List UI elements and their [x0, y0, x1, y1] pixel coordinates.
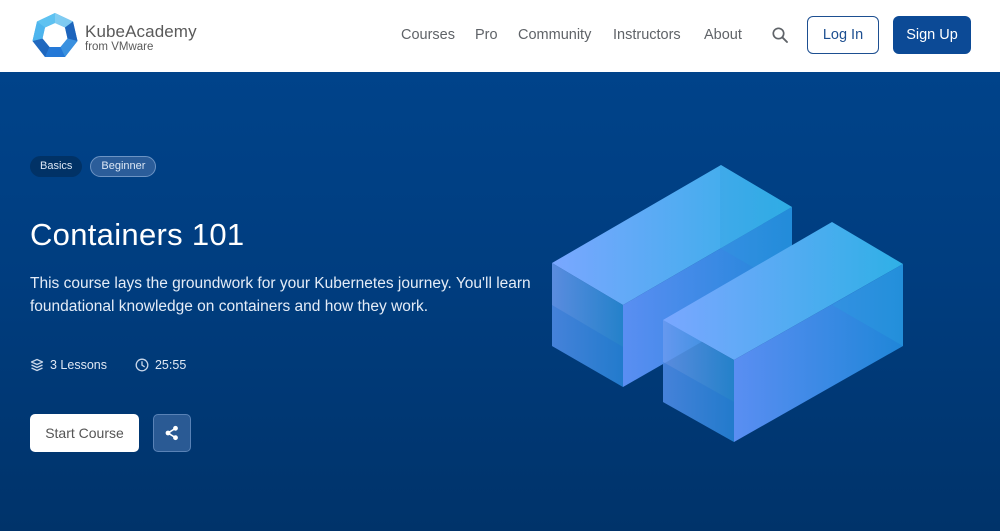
brand-text[interactable]: KubeAcademy from VMware [85, 22, 197, 54]
duration-text: 25:55 [154, 358, 187, 372]
layers-icon [30, 358, 44, 372]
course-meta: 3 Lessons 25:55 [30, 358, 186, 372]
top-navbar: KubeAcademy from VMware Courses Pro Comm… [0, 0, 1000, 72]
clock-icon [135, 358, 149, 372]
nav-link-pro[interactable]: Pro [475, 24, 498, 46]
nav-link-courses[interactable]: Courses [401, 24, 455, 46]
course-duration: 25:55 [135, 358, 186, 372]
tag-basics[interactable]: Basics [30, 156, 83, 177]
search-icon[interactable] [771, 26, 789, 44]
course-description: This course lays the groundwork for your… [30, 275, 531, 315]
share-button[interactable] [153, 414, 191, 452]
tag-beginner[interactable]: Beginner [90, 156, 157, 177]
containers-illustration [552, 165, 903, 442]
course-title: Containers 101 [30, 217, 245, 252]
nav-link-instructors[interactable]: Instructors [613, 24, 681, 46]
nav-link-community[interactable]: Community [518, 24, 591, 46]
course-hero: Basics Beginner Containers 101 This cour… [0, 72, 1000, 531]
lesson-count: 3 Lessons [30, 358, 107, 372]
course-tags: Basics Beginner [30, 156, 157, 177]
brand-subtitle: from VMware [85, 41, 154, 53]
start-course-button[interactable]: Start Course [30, 414, 139, 452]
nav-link-about[interactable]: About [704, 24, 742, 46]
kubeacademy-logo-icon[interactable] [30, 11, 80, 61]
login-button[interactable]: Log In [807, 16, 879, 54]
brand-name: KubeAcademy [85, 22, 197, 41]
share-icon [165, 425, 178, 441]
signup-button[interactable]: Sign Up [893, 16, 971, 54]
lesson-count-text: 3 Lessons [50, 358, 107, 372]
